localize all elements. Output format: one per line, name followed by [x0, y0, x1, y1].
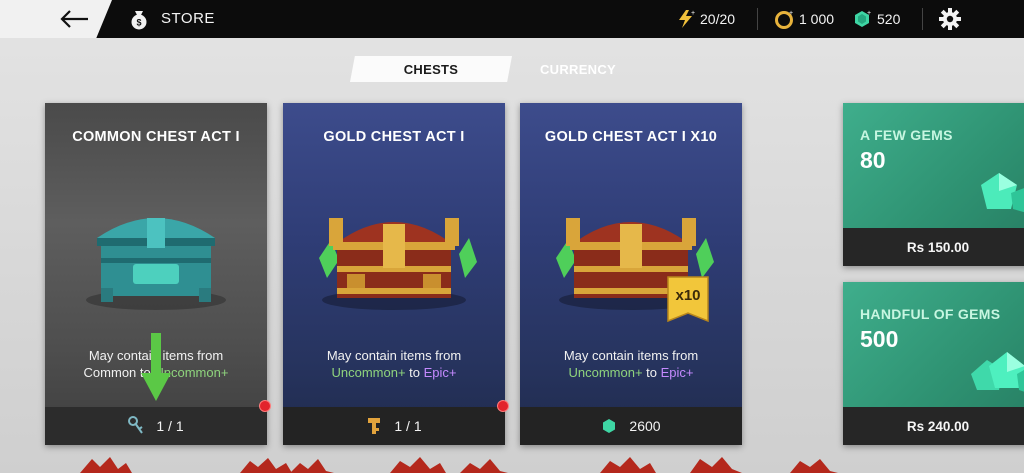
- rarity-from: Common: [83, 365, 137, 380]
- header-divider: [922, 8, 923, 30]
- gold-key-icon: [368, 418, 381, 434]
- svg-text:+: +: [691, 10, 695, 17]
- tab-chests[interactable]: CHESTS: [350, 56, 512, 82]
- chest-card-gold-x10[interactable]: GOLD CHEST ACT I X10 x10 May contain ite…: [520, 103, 742, 445]
- energy-counter: + 20/20: [677, 9, 735, 29]
- chest-title: GOLD CHEST ACT I X10: [544, 129, 718, 145]
- header-divider: [757, 8, 758, 30]
- gem-pack-name: HANDFUL OF GEMS: [860, 306, 1001, 322]
- chest-desc-line1: May contain items from: [326, 348, 462, 363]
- chest-title: GOLD CHEST ACT I: [323, 129, 465, 145]
- chest-description: May contain items from Uncommon+ to Epic…: [283, 347, 505, 381]
- svg-text:+: +: [789, 10, 793, 17]
- top-bar: $ STORE + 20/20 + 1 000 + 520: [0, 0, 1024, 38]
- page-title: STORE: [161, 10, 215, 27]
- notification-dot: [497, 400, 509, 412]
- money-bag-icon: $: [131, 11, 147, 30]
- rarity-to: Epic+: [423, 365, 457, 380]
- x10-badge-label: x10: [675, 287, 701, 304]
- rarity-to-word: to: [405, 365, 424, 380]
- chest-cost-bar: 1 / 1: [283, 407, 505, 445]
- gem-value: 520: [877, 11, 901, 27]
- chest-desc-line2: Uncommon+ to Epic+: [283, 364, 505, 381]
- chest-desc-line1: May contain items from: [563, 348, 699, 363]
- gem-pile-icon: [981, 173, 1024, 213]
- rarity-from: Uncommon+: [331, 365, 406, 380]
- gem-pack-few[interactable]: A FEW GEMS 80 Rs 150.00: [843, 103, 1024, 266]
- maple-leaves-decoration: [80, 457, 838, 473]
- chest-cost-bar: 2600: [520, 407, 742, 445]
- chest-cost-value: 1 / 1: [156, 418, 184, 434]
- rarity-to-word: to: [642, 365, 661, 380]
- tab-currency[interactable]: CURRENCY: [512, 56, 644, 82]
- common-key-icon: [128, 416, 144, 434]
- chest-card-gold[interactable]: GOLD CHEST ACT I May contain items from …: [283, 103, 505, 445]
- chest-cost-value: 2600: [629, 418, 661, 434]
- gem-pack-name: A FEW GEMS: [860, 127, 953, 143]
- common-chest-image: [86, 218, 226, 310]
- gem-pile-icon: [971, 352, 1024, 392]
- gem-pack-amount: 80: [860, 147, 886, 173]
- svg-text:+: +: [867, 10, 871, 17]
- notification-dot: [259, 400, 271, 412]
- rarity-to: Epic+: [660, 365, 694, 380]
- chest-title: COMMON CHEST ACT I: [72, 129, 240, 145]
- chest-desc-line2: Uncommon+ to Epic+: [520, 364, 742, 381]
- energy-value: 20/20: [700, 11, 736, 27]
- svg-text:$: $: [136, 18, 141, 28]
- gem-pack-amount: 500: [860, 326, 899, 352]
- gem-icon: +: [855, 10, 871, 27]
- gold-chest-image: [319, 218, 477, 310]
- gem-icon: [603, 419, 616, 433]
- energy-icon: +: [679, 10, 695, 28]
- gem-counter: + 520: [852, 9, 900, 29]
- coin-counter: + 1 000: [774, 9, 834, 29]
- coin-value: 1 000: [799, 11, 835, 27]
- tutorial-arrow-icon: [141, 333, 171, 401]
- gem-pack-handful[interactable]: HANDFUL OF GEMS 500 Rs 240.00: [843, 282, 1024, 445]
- gem-pack-price: Rs 240.00: [843, 407, 1024, 445]
- chest-cost-value: 1 / 1: [394, 418, 422, 434]
- top-bar-accent: [0, 0, 112, 38]
- rarity-from: Uncommon+: [568, 365, 643, 380]
- chest-description: May contain items from Uncommon+ to Epic…: [520, 347, 742, 381]
- gear-icon[interactable]: [938, 7, 962, 31]
- store-tabs: CHESTS CURRENCY: [350, 56, 644, 82]
- back-arrow-icon[interactable]: [58, 8, 90, 30]
- chest-cost-bar: 1 / 1: [45, 407, 267, 445]
- gem-pack-price: Rs 150.00: [843, 228, 1024, 266]
- coin-icon: +: [775, 10, 793, 29]
